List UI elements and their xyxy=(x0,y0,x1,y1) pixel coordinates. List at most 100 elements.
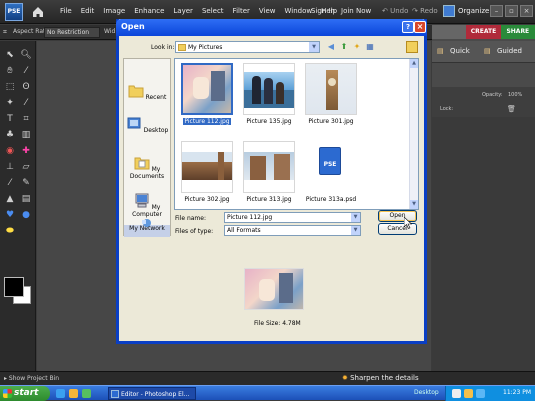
menu-window[interactable]: Window xyxy=(285,7,313,15)
look-in-select[interactable]: My Pictures ▼ xyxy=(175,41,320,53)
view-menu-icon[interactable]: ▦ xyxy=(365,42,375,52)
aspect-ratio-select[interactable]: No Restriction xyxy=(44,27,100,38)
show-project-bin-button[interactable]: ▸ Show Project Bin xyxy=(4,375,59,382)
tray-icon[interactable] xyxy=(452,389,461,398)
blur-tool-icon[interactable]: ● xyxy=(20,209,32,221)
file-item[interactable]: Picture 112.jpg xyxy=(177,63,237,125)
clone-stamp-icon[interactable]: ⊥ xyxy=(4,161,16,173)
crop-icon[interactable]: ⌗ xyxy=(20,113,32,125)
explorer-icon[interactable] xyxy=(69,389,78,398)
layers-list xyxy=(432,117,535,371)
tab-share[interactable]: SHARE xyxy=(500,25,535,39)
menu-enhance[interactable]: Enhance xyxy=(134,7,164,15)
selection-brush-icon[interactable]: ⁄ xyxy=(20,97,32,109)
file-item[interactable]: Picture 313.jpg xyxy=(239,141,299,203)
look-in-label: Look in: xyxy=(151,44,175,51)
redo-button[interactable]: ↷ Redo xyxy=(412,7,438,15)
file-item[interactable]: Picture 301.jpg xyxy=(301,63,361,125)
hand-tool-icon[interactable]: ✋︎ xyxy=(4,65,16,77)
zoom-tool-icon[interactable]: 🔍︎ xyxy=(20,49,32,61)
redo-label: Redo xyxy=(420,7,438,15)
foreground-color-swatch[interactable] xyxy=(4,277,24,297)
file-name-input[interactable]: Picture 112.jpg ▼ xyxy=(224,212,361,223)
file-list-scrollbar[interactable]: ▲ ▼ xyxy=(409,59,418,209)
place-recent[interactable]: Recent xyxy=(124,83,170,101)
brush-icon[interactable]: ⁄ xyxy=(4,177,16,189)
thumbnail-image xyxy=(305,63,357,115)
file-item[interactable]: Picture 135.jpg xyxy=(239,63,299,125)
place-label: Desktop xyxy=(143,127,169,134)
project-bin-label: Show Project Bin xyxy=(8,375,60,382)
eyedropper-icon[interactable]: ⁄ xyxy=(20,65,32,77)
opacity-value[interactable]: 100% xyxy=(508,92,522,98)
red-eye-icon[interactable]: ◉ xyxy=(4,145,16,157)
status-bar: ▸ Show Project Bin ✹ Sharpen the details xyxy=(0,371,535,385)
menu-image[interactable]: Image xyxy=(103,7,125,15)
taskbar-editor-item[interactable]: Editor - Photoshop El... xyxy=(108,387,196,400)
tab-edit[interactable] xyxy=(432,25,467,39)
file-item[interactable]: Picture 302.jpg xyxy=(177,141,237,203)
tab-guided[interactable]: Guided xyxy=(497,47,522,55)
tray-icon[interactable] xyxy=(476,389,485,398)
scroll-down-icon[interactable]: ▼ xyxy=(410,200,418,209)
guided-icon: ▤ xyxy=(484,47,491,55)
tab-create[interactable]: CREATE xyxy=(466,25,501,39)
join-now-link[interactable]: Join Now xyxy=(341,7,371,15)
move-tool-icon[interactable]: ⬉ xyxy=(4,49,16,61)
computer-icon xyxy=(135,193,149,208)
clock: 11:23 PM xyxy=(503,389,531,396)
eraser-icon[interactable]: ▱ xyxy=(20,161,32,173)
home-icon[interactable] xyxy=(31,5,45,19)
magic-wand-icon[interactable]: ✦ xyxy=(4,97,16,109)
windows-flag-icon xyxy=(3,389,12,398)
lasso-tool-icon[interactable]: ʘ xyxy=(20,81,32,93)
new-folder-icon[interactable]: ✦ xyxy=(352,42,362,52)
chevron-down-icon[interactable]: ▼ xyxy=(351,226,360,235)
opacity-label: Opacity: xyxy=(482,92,503,98)
close-icon[interactable]: × xyxy=(520,5,533,17)
healing-brush-icon[interactable]: ✚ xyxy=(20,145,32,157)
sign-in-link[interactable]: Sign In xyxy=(311,7,335,15)
gradient-icon[interactable]: ▤ xyxy=(20,193,32,205)
trash-icon[interactable]: 🗑︎ xyxy=(507,105,516,113)
place-my-documents[interactable]: My Documents xyxy=(124,155,170,180)
menu-layer[interactable]: Layer xyxy=(173,7,193,15)
up-folder-icon[interactable]: ⬆ xyxy=(339,42,349,52)
file-item[interactable]: PSE Picture 313a.psd xyxy=(301,141,361,203)
straighten-icon[interactable]: ▥ xyxy=(20,129,32,141)
ie-icon[interactable] xyxy=(56,389,65,398)
menu-view[interactable]: View xyxy=(259,7,276,15)
organizer-button[interactable]: Organizer xyxy=(443,5,492,17)
smart-brush-icon[interactable]: ✎ xyxy=(20,177,32,189)
paint-bucket-icon[interactable]: ▲ xyxy=(4,193,16,205)
restore-icon[interactable]: ▫ xyxy=(505,5,518,17)
shape-tool-icon[interactable]: ♥ xyxy=(4,209,16,221)
close-icon[interactable]: × xyxy=(414,21,426,33)
type-tool-icon[interactable]: T xyxy=(4,113,16,125)
chevron-down-icon[interactable]: ▼ xyxy=(351,213,360,222)
folder-icon[interactable] xyxy=(406,41,418,53)
place-desktop[interactable]: Desktop xyxy=(124,116,170,134)
minimize-icon[interactable]: – xyxy=(490,5,503,17)
tray-icon[interactable] xyxy=(464,389,473,398)
menu-select[interactable]: Select xyxy=(202,7,224,15)
desktop-toolbar-label[interactable]: Desktop xyxy=(414,389,439,396)
menu-file[interactable]: File xyxy=(60,7,72,15)
undo-button[interactable]: ↶ Undo xyxy=(382,7,408,15)
help-icon[interactable]: ? xyxy=(402,21,414,33)
chevron-down-icon[interactable]: ▼ xyxy=(309,42,319,52)
marquee-tool-icon[interactable]: ⬚ xyxy=(4,81,16,93)
menu-filter[interactable]: Filter xyxy=(233,7,250,15)
cookie-cutter-icon[interactable]: ♣ xyxy=(4,129,16,141)
tab-quick[interactable]: Quick xyxy=(450,47,470,55)
files-of-type-label: Files of type: xyxy=(175,228,214,235)
back-icon[interactable]: ◀ xyxy=(326,42,336,52)
files-of-type-value: All Formats xyxy=(227,227,261,234)
place-my-computer[interactable]: My Computer xyxy=(124,193,170,218)
media-icon[interactable] xyxy=(82,389,91,398)
start-button[interactable]: start xyxy=(0,386,50,401)
scroll-up-icon[interactable]: ▲ xyxy=(410,59,418,68)
menu-edit[interactable]: Edit xyxy=(81,7,95,15)
files-of-type-select[interactable]: All Formats ▼ xyxy=(224,225,361,236)
sponge-icon[interactable]: ⬬ xyxy=(4,225,16,237)
